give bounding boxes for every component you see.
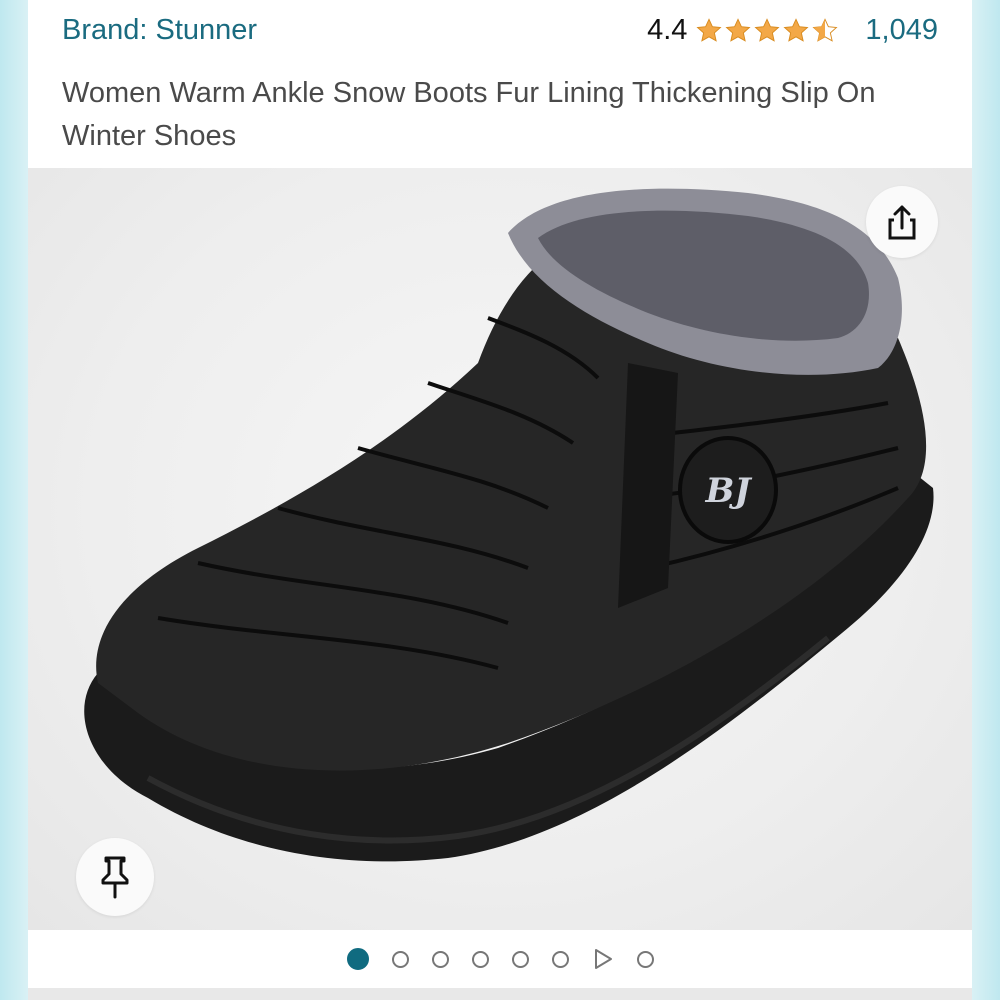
product-panel: Brand: Stunner 4.4 1,049 Women Warm Ankl…: [28, 0, 972, 1000]
carousel-dot-3[interactable]: [431, 950, 449, 968]
bottom-divider: [28, 988, 972, 1000]
star-icon: [696, 17, 722, 42]
share-icon: [888, 205, 916, 240]
carousel-dot-2[interactable]: [391, 950, 409, 968]
star-icon: [754, 17, 780, 42]
pushpin-icon: [101, 856, 129, 899]
logo-text: BJ: [705, 471, 753, 511]
pin-button[interactable]: [76, 838, 154, 916]
play-icon: [594, 949, 612, 969]
rating-summary[interactable]: 4.4 1,049: [647, 14, 938, 47]
carousel-dot-5[interactable]: [511, 950, 529, 968]
product-title: Women Warm Ankle Snow Boots Fur Lining T…: [62, 77, 876, 152]
product-image[interactable]: BJ: [28, 168, 972, 930]
carousel-indicators: [28, 930, 972, 988]
rating-value: 4.4: [647, 14, 688, 46]
carousel-dot-4[interactable]: [471, 950, 489, 968]
brand-link[interactable]: Brand: Stunner: [62, 14, 257, 47]
half-star-icon: [812, 17, 838, 42]
carousel-video-indicator[interactable]: [592, 948, 614, 970]
rating-stars: [695, 17, 839, 45]
carousel-dot-8[interactable]: [636, 950, 654, 968]
review-count[interactable]: 1,049: [865, 14, 938, 47]
share-button[interactable]: [866, 186, 938, 258]
star-icon: [725, 17, 751, 42]
star-icon: [783, 17, 809, 42]
carousel-dot-1[interactable]: [346, 948, 369, 970]
carousel-dot-6[interactable]: [551, 950, 569, 968]
boot-image: BJ: [84, 188, 934, 862]
